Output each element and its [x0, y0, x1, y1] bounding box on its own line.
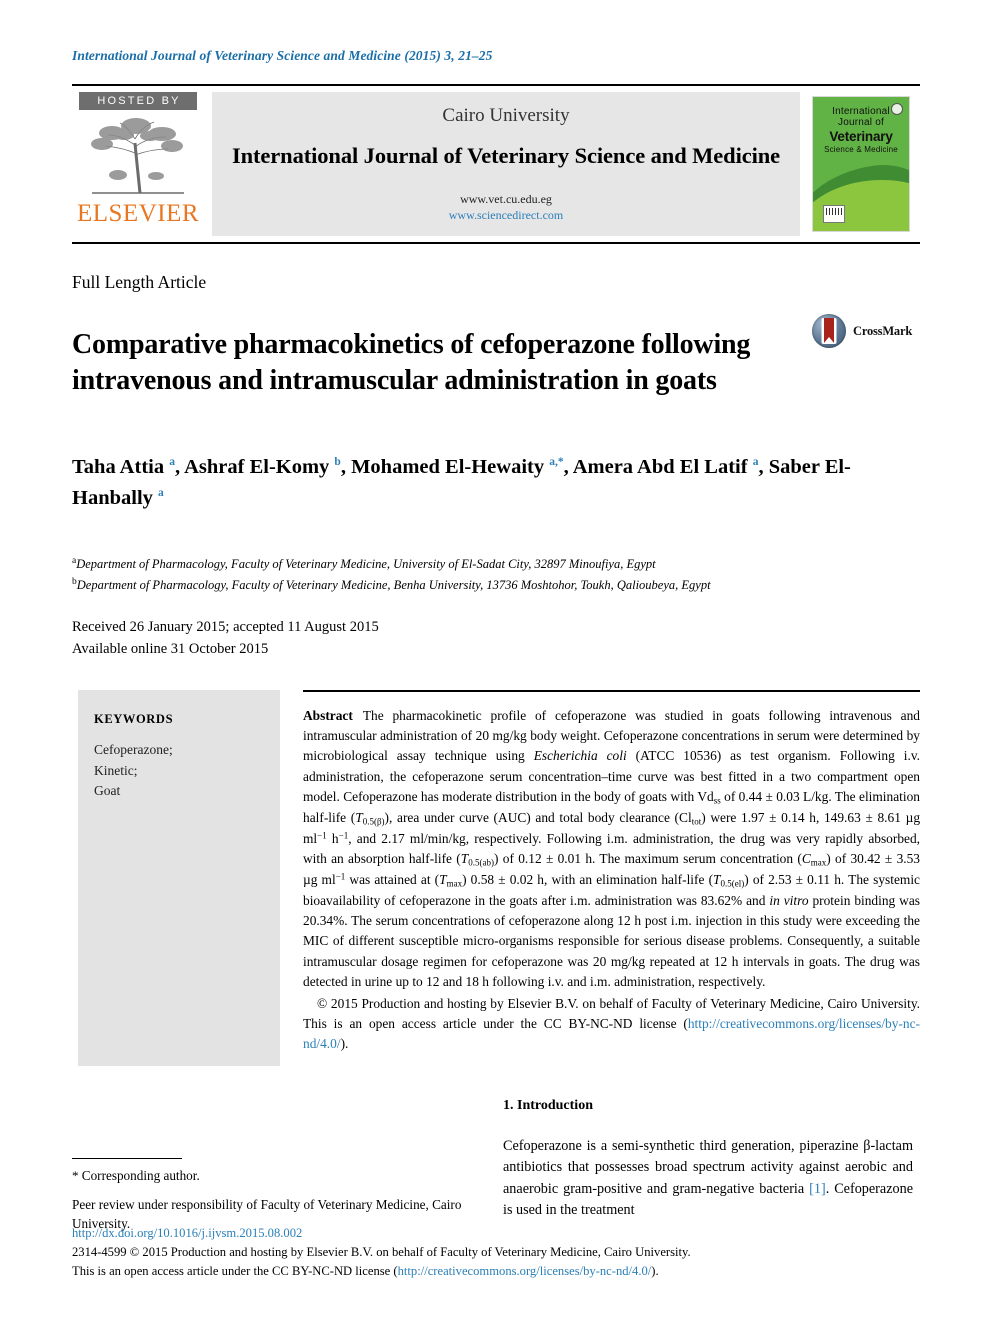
publication-history: Received 26 January 2015; accepted 11 Au…: [72, 617, 379, 661]
elsevier-wordmark: ELSEVIER: [76, 200, 200, 227]
keywords-list: Cefoperazone; Kinetic; Goat: [94, 740, 173, 802]
masthead-center: Cairo University International Journal o…: [212, 92, 800, 236]
keyword-item: Kinetic;: [94, 762, 138, 778]
journal-title: International Journal of Veterinary Scie…: [231, 142, 781, 168]
affiliation-b-text: Department of Pharmacology, Faculty of V…: [76, 577, 711, 592]
footnote-rule: [72, 1158, 182, 1159]
article-type: Full Length Article: [72, 272, 207, 292]
journal-url[interactable]: www.vet.cu.edu.eg: [460, 191, 552, 207]
asterisk-icon: *: [72, 1168, 79, 1183]
affiliations: aDepartment of Pharmacology, Faculty of …: [72, 554, 922, 595]
running-head: International Journal of Veterinary Scie…: [72, 48, 493, 63]
doi-link[interactable]: http://dx.doi.org/10.1016/j.ijvsm.2015.0…: [72, 1224, 922, 1243]
journal-cover-block: International Journal of Veterinary Scie…: [808, 86, 920, 242]
footnote-spacer: [72, 1186, 492, 1195]
affiliation-b: bDepartment of Pharmacology, Faculty of …: [72, 576, 711, 592]
keywords-heading: KEYWORDS: [94, 712, 174, 726]
crossmark-icon: [812, 314, 846, 348]
cover-emblem-icon: [891, 103, 903, 115]
abstract-text: The pharmacokinetic profile of cefoperaz…: [303, 708, 921, 989]
issn-copyright-line: 2314-4599 © 2015 Production and hosting …: [72, 1245, 691, 1260]
cover-line-4: Science & Medicine: [824, 145, 898, 154]
available-online: Available online 31 October 2015: [72, 640, 269, 657]
elsevier-tree-icon: [78, 113, 198, 199]
journal-cover-thumbnail: International Journal of Veterinary Scie…: [812, 96, 910, 232]
corresponding-author-note: * Corresponding author.: [72, 1168, 200, 1183]
abstract-top-rule: [303, 690, 920, 692]
introduction-heading: 1. Introduction: [503, 1098, 593, 1113]
crossmark-label: CrossMark: [853, 323, 913, 338]
cover-barcode-icon: [823, 205, 845, 223]
introduction-body: Cefoperazone is a semi-synthetic third g…: [503, 1138, 913, 1218]
university-name: Cairo University: [442, 104, 570, 126]
keyword-item: Goat: [94, 783, 121, 799]
abstract-body: Abstract The pharmacokinetic profile of c…: [303, 706, 920, 992]
affiliation-a-text: Department of Pharmacology, Faculty of V…: [76, 557, 656, 572]
hosted-by-banner: HOSTED BY: [79, 92, 197, 110]
copyright-footer: http://dx.doi.org/10.1016/j.ijvsm.2015.0…: [72, 1224, 922, 1281]
keywords-panel: KEYWORDS Cefoperazone; Kinetic; Goat: [78, 690, 280, 1066]
publisher-block: HOSTED BY ELSEVIER: [72, 86, 204, 242]
abstract-section: Abstract The pharmacokinetic profile of c…: [303, 706, 920, 1054]
keyword-item: Cefoperazone;: [94, 742, 173, 757]
article-page: International Journal of Veterinary Scie…: [0, 0, 992, 1323]
cover-line-2: Journal of: [838, 117, 884, 128]
crossmark-badge[interactable]: CrossMark: [812, 314, 912, 348]
cover-line-3: Veterinary: [829, 129, 893, 144]
page-title: Comparative pharmacokinetics of cefopera…: [72, 328, 751, 397]
abstract-label: Abstract: [303, 708, 353, 723]
received-accepted: Received 26 January 2015; accepted 11 Au…: [72, 619, 379, 635]
abstract-copyright: © 2015 Production and hosting by Elsevie…: [303, 995, 920, 1052]
journal-masthead: HOSTED BY ELSEVIER Cairo University Inte…: [72, 84, 920, 244]
sciencedirect-url[interactable]: www.sciencedirect.com: [449, 207, 564, 223]
affiliation-a: aDepartment of Pharmacology, Faculty of …: [72, 556, 656, 572]
author-list: Taha Attia a, Ashraf El-Komy b, Mohamed …: [72, 456, 851, 510]
license-line: This is an open access article under the…: [72, 1264, 659, 1279]
